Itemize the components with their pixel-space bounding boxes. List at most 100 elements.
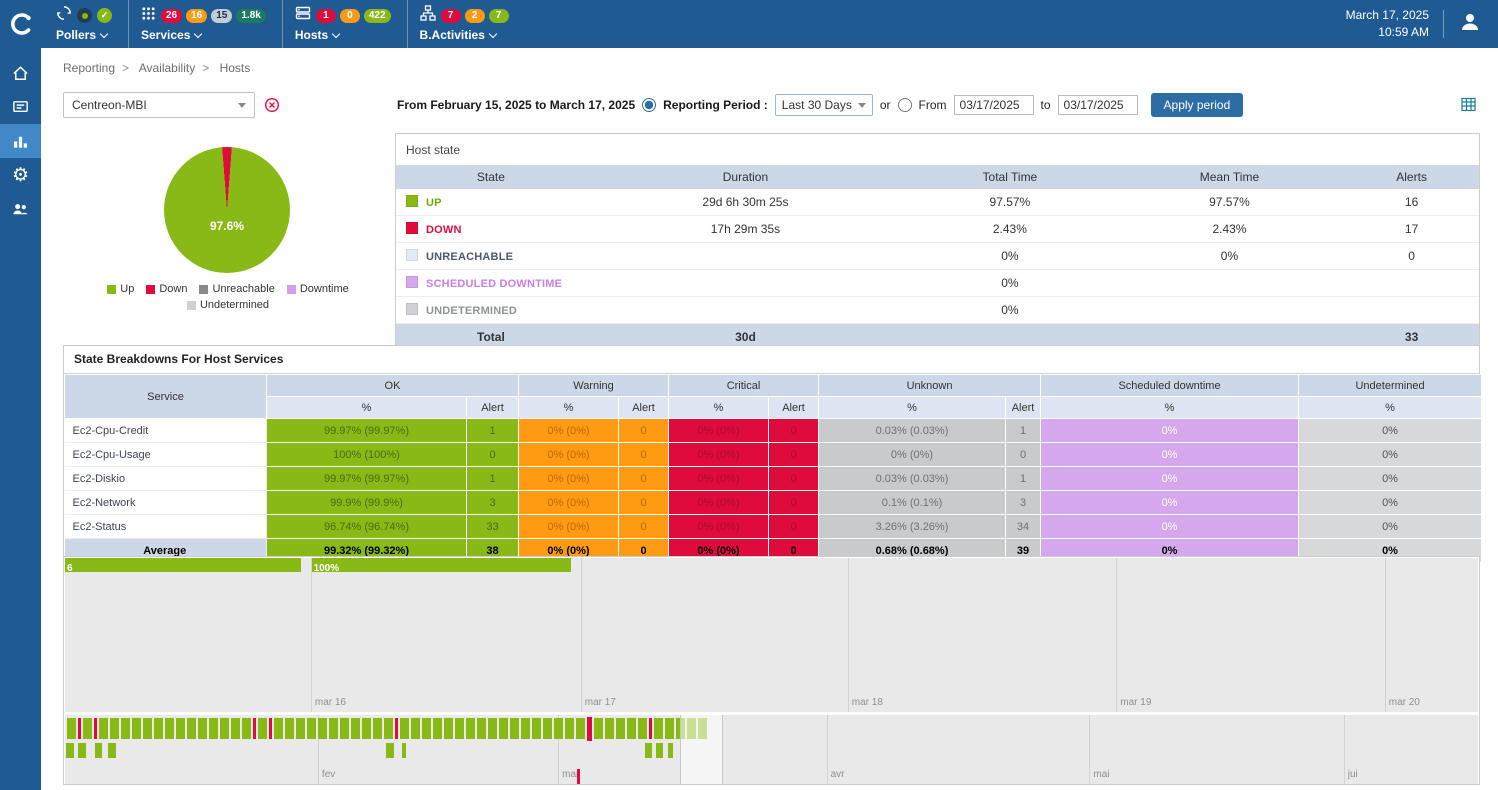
- services-critical-badge[interactable]: 26: [161, 9, 182, 23]
- services-menu[interactable]: 2616151.8k Services: [128, 0, 282, 48]
- timeline-tick-label: mar 17: [585, 697, 616, 708]
- timeline-status-bar-low: [66, 743, 74, 758]
- home-icon: [11, 64, 30, 83]
- host-state-total: 0%: [905, 243, 1115, 270]
- breakdown-cell-crit: 0% (0%): [669, 419, 769, 443]
- sidebar-item-monitoring[interactable]: [0, 90, 41, 124]
- period-select[interactable]: Last 30 Days: [775, 94, 873, 116]
- availability-bar-segment: 100%: [312, 558, 571, 572]
- services-unknown-badge[interactable]: 15: [211, 9, 232, 23]
- timeline-status-bar-low: [386, 743, 394, 758]
- breadcrumb-hosts[interactable]: Hosts: [220, 61, 251, 75]
- pollers-menu[interactable]: ✓ Pollers: [44, 0, 128, 48]
- timeline-status-bar-low: [95, 743, 102, 758]
- timeline-status-bar: [521, 718, 530, 739]
- timeline-status-bar: [165, 718, 174, 739]
- timeline-status-bar: [488, 718, 497, 739]
- legend-undetermined: Undetermined: [187, 299, 269, 311]
- user-menu-icon[interactable]: [1458, 10, 1482, 39]
- timeline-status-bar: [605, 718, 614, 739]
- from-date-input[interactable]: [954, 95, 1034, 115]
- export-report-icon[interactable]: [1461, 97, 1476, 117]
- breakdown-cell-unk: 0.03% (0.03%): [819, 467, 1006, 491]
- breakdown-cell-ok: 99.9% (99.9%): [267, 491, 467, 515]
- legend-color-swatch: [107, 285, 116, 294]
- legend-color-swatch: [287, 285, 296, 294]
- timeline-status-bar-low: [402, 743, 406, 758]
- timeline-gridline: [311, 558, 312, 712]
- breakdown-cell-warn: 0: [619, 491, 669, 515]
- sidebar: ⚙: [0, 48, 41, 790]
- custom-period-radio[interactable]: [898, 98, 912, 112]
- reporting-icon: [11, 132, 30, 151]
- timeline-main-band: mar 16mar 17mar 18mar 19mar 206100%: [65, 558, 1478, 712]
- breakdown-cell-ok: 99.97% (99.97%): [267, 419, 467, 443]
- monitoring-icon: [11, 98, 30, 117]
- centreon-logo[interactable]: [0, 0, 44, 48]
- timeline-status-bar: [67, 718, 76, 739]
- host-state-mean: 2.43%: [1115, 216, 1345, 243]
- timeline-status-bar: [395, 718, 398, 739]
- apply-period-button[interactable]: Apply period: [1151, 93, 1244, 117]
- poller-ok-dot: [82, 13, 88, 19]
- breakdown-subcol: %: [267, 397, 467, 419]
- services-ok-badge[interactable]: 1.8k: [236, 9, 265, 23]
- timeline-status-bar: [638, 718, 647, 739]
- breakdown-cell-crit: 0: [769, 491, 819, 515]
- sidebar-item-home[interactable]: [0, 56, 41, 90]
- host-state-mean: [1115, 270, 1345, 297]
- breakdown-cell-warn: 0: [619, 419, 669, 443]
- breakdown-cell-warn: 0% (0%): [519, 443, 619, 467]
- hosts-unreachable-badge[interactable]: 0: [340, 9, 360, 23]
- host-state-row: UNDETERMINED0%: [396, 297, 1479, 324]
- business-activities-menu[interactable]: 727 B.Activities: [407, 0, 525, 48]
- timeline-tick-label: mar 18: [852, 697, 883, 708]
- breakdown-cell-sd: 0%: [1041, 467, 1299, 491]
- configuration-icon: ⚙: [12, 166, 29, 185]
- host-select[interactable]: Centreon-MBI: [63, 92, 255, 118]
- timeline-status-bar: [616, 718, 625, 739]
- timeline-status-bar: [433, 718, 442, 739]
- timeline-status-bar: [296, 718, 305, 739]
- services-warning-badge[interactable]: 16: [186, 9, 207, 23]
- timeline-status-bar: [373, 718, 382, 739]
- hosts-down-badge[interactable]: 1: [316, 9, 336, 23]
- service-breakdown-row: Ec2-Cpu-Credit99.97% (99.97%)10% (0%)00%…: [65, 419, 1482, 443]
- timeline-status-bar: [594, 718, 603, 739]
- timeline-status-bar: [274, 718, 283, 739]
- breakdown-subcol: %: [1041, 397, 1299, 419]
- breakdown-col-scheduled-downtime: Scheduled downtime: [1041, 375, 1299, 397]
- breadcrumb-availability[interactable]: Availability: [139, 61, 195, 75]
- sidebar-item-configuration[interactable]: ⚙: [0, 158, 41, 192]
- host-state-name-cell: UNDETERMINED: [396, 297, 586, 324]
- hosts-menu[interactable]: 10422 Hosts: [282, 0, 407, 48]
- ba-ok-badge[interactable]: 7: [489, 9, 509, 23]
- reporting-period-radio[interactable]: [642, 98, 656, 112]
- breakdown-cell-warn: 0% (0%): [519, 419, 619, 443]
- sidebar-item-reporting[interactable]: [0, 124, 41, 158]
- timeline-status-bar: [307, 718, 316, 739]
- breakdown-subcol: %: [519, 397, 619, 419]
- poller-latency-badge: ✓: [97, 8, 112, 23]
- breakdown-cell-warn: 0% (0%): [519, 467, 619, 491]
- sidebar-item-administration[interactable]: [0, 192, 41, 226]
- hosts-up-badge[interactable]: 422: [364, 9, 391, 23]
- chevron-down-icon: [332, 29, 340, 37]
- timeline-status-bar-low: [78, 743, 86, 758]
- timeline-tick-label: mar 19: [1120, 697, 1151, 708]
- to-date-input[interactable]: [1058, 95, 1138, 115]
- host-state-name-cell: UP: [396, 189, 586, 216]
- ba-warning-badge[interactable]: 2: [465, 9, 485, 23]
- breakdown-cell-ok: 1: [467, 419, 519, 443]
- ba-critical-badge[interactable]: 7: [441, 9, 461, 23]
- timeline-status-bar: [110, 718, 119, 739]
- availability-bar-segment: 6: [65, 558, 301, 572]
- clear-host-filter-icon[interactable]: [264, 97, 280, 113]
- timeline-brush-band[interactable]: fevmaravrmaijui: [65, 715, 1478, 784]
- timeline-selection-window[interactable]: [680, 715, 723, 784]
- host-state-mean: [1115, 297, 1345, 324]
- breakdown-cell-und: 0%: [1299, 443, 1482, 467]
- hosts-counters: 10 422: [316, 9, 391, 23]
- breadcrumb-reporting[interactable]: Reporting: [63, 61, 115, 75]
- state-label: UNDETERMINED: [426, 305, 517, 317]
